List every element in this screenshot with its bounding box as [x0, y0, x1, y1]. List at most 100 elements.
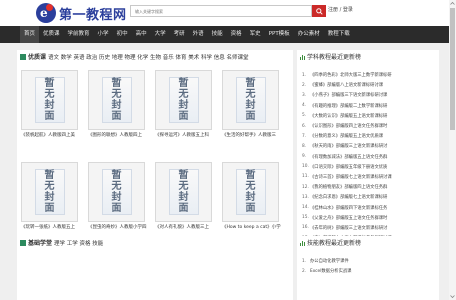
nav-item[interactable]: 学前教育: [64, 26, 94, 43]
nav-item[interactable]: PPT模板: [265, 26, 294, 43]
course-card[interactable]: 暂无封面《图形的联想》人教版四上: [88, 70, 152, 138]
search-button[interactable]: [312, 5, 326, 17]
course-thumbnail[interactable]: 暂无封面: [88, 162, 145, 222]
course-title[interactable]: 《图形的联想》人教版四上: [88, 132, 152, 138]
scroll-thumb[interactable]: [450, 8, 455, 130]
item-title[interactable]: 《分数的意义》部编版五上语文优质课: [310, 133, 383, 139]
list-item[interactable]: 10. 《口语交际》部编版五年级下册语文优质: [302, 162, 436, 172]
course-card[interactable]: 暂无封面《装帆起航》人教版四上美: [21, 70, 85, 138]
scroll-up-icon[interactable]: [449, 0, 456, 7]
course-title[interactable]: 《昆虫的奇妙》人教版小学四: [88, 224, 152, 230]
rank-number: 1.: [302, 72, 307, 78]
item-title[interactable]: 办公自动化教学课件: [310, 258, 349, 264]
item-title[interactable]: 《纪念白求恩》部编版七上语文新课标研: [310, 194, 387, 200]
list-item[interactable]: 6. 《认识图形》部编版四上语文任务群课时: [302, 121, 436, 131]
item-title[interactable]: 《我的植物朋友》部编版四上语文任务群: [310, 184, 387, 190]
course-title[interactable]: 《How to keep a cat》小学: [222, 224, 286, 230]
course-card[interactable]: 暂无封面《昆虫的奇妙》人教版小学四: [88, 162, 152, 230]
placeholder-char: 面: [178, 203, 189, 214]
item-title[interactable]: 《四季的色彩》北师大版三上数学新课标研: [310, 72, 392, 78]
course-thumbnail[interactable]: 暂无封面: [155, 70, 212, 130]
no-cover-placeholder: 暂无封面: [235, 169, 266, 215]
course-thumbnail[interactable]: 暂无封面: [222, 70, 279, 130]
list-item[interactable]: 1. 办公自动化教学课件: [302, 256, 436, 266]
course-thumbnail[interactable]: 暂无封面: [88, 70, 145, 130]
item-title[interactable]: 《有理数加减法》部编版五上语文任务群: [310, 154, 387, 160]
skills-updates-panel: 技能教程最近更新榜 1. 办公自动化教学课件 2. Excel数据分析实战课: [297, 236, 439, 300]
list-item[interactable]: 7. 《分数的意义》部编版五上语文优质课: [302, 131, 436, 141]
nav-item[interactable]: 军史: [246, 26, 265, 43]
list-item[interactable]: 3. 《小燕子》部编版三下语文新课标研讨课: [302, 90, 436, 100]
search-input[interactable]: [135, 8, 311, 14]
course-title[interactable]: 《玩转一张纸》人教版五上: [21, 224, 85, 230]
item-title[interactable]: 《大数的认识》部编版五上语文新课标研: [310, 113, 387, 119]
nav-item[interactable]: 大学: [151, 26, 170, 43]
subject-links[interactable]: 语文 数学 英语 政治 历史 地理 物理 化学 生物 音乐 体育 美术 科学 信…: [48, 53, 248, 61]
list-item[interactable]: 15. 《父爱之舟》部编版五上语文任务群课时: [302, 213, 436, 223]
course-card[interactable]: 暂无封面《对人有礼貌》人教版三上: [155, 162, 219, 230]
course-thumbnail[interactable]: 暂无封面: [21, 162, 78, 222]
item-title[interactable]: 《秋天的雨》部编版三上语文新课标研讨: [310, 143, 387, 149]
featured-courses-panel: 优质课 语文 数学 英语 政治 历史 地理 物理 化学 生物 音乐 体育 美术 …: [17, 50, 293, 250]
course-title[interactable]: 《探寻运河》人教版五上科: [155, 132, 219, 138]
search-box[interactable]: [130, 5, 312, 17]
nav-item[interactable]: 优质课: [39, 26, 64, 43]
list-item[interactable]: 14. 《桂林山水》部编版四下语文新课标任务: [302, 202, 436, 212]
page-scrollbar[interactable]: [449, 0, 456, 300]
placeholder-char: 封: [245, 192, 256, 203]
course-title[interactable]: 《生活的好帮手》人教版三: [222, 132, 286, 138]
rank-number: 7.: [302, 133, 307, 139]
scroll-down-icon[interactable]: [449, 293, 456, 300]
item-title[interactable]: 《蜜蜂》部编版八上语文新课标研讨课: [310, 82, 383, 88]
course-title[interactable]: 《装帆起航》人教版四上美: [21, 132, 85, 138]
item-title[interactable]: 《古诗三首》部编版七上语文新课标研讨课: [310, 174, 392, 180]
nav-item[interactable]: 教程下载: [324, 26, 354, 43]
list-item[interactable]: 5. 《大数的认识》部编版五上语文新课标研: [302, 111, 436, 121]
list-item[interactable]: 8. 《秋天的雨》部编版三上语文新课标研讨: [302, 141, 436, 151]
course-card[interactable]: 暂无封面《生活的好帮手》人教版三: [222, 70, 286, 138]
nav-item[interactable]: 初中: [113, 26, 132, 43]
course-thumbnail[interactable]: 暂无封面: [222, 162, 279, 222]
list-item[interactable]: 2. Excel数据分析实战课: [302, 266, 436, 276]
item-title[interactable]: 《去年的树》部编版三上语文新课标研讨: [310, 225, 387, 231]
list-item[interactable]: 16. 《去年的树》部编版三上语文新课标研讨: [302, 223, 436, 233]
item-title[interactable]: Excel数据分析实战课: [310, 268, 351, 274]
nav-item[interactable]: 考研: [170, 26, 189, 43]
nav-item[interactable]: 高中: [132, 26, 151, 43]
course-thumbnail[interactable]: 暂无封面: [21, 70, 78, 130]
site-logo[interactable]: e 第一教程网: [36, 2, 127, 24]
list-item[interactable]: 2. 《蜜蜂》部编版八上语文新课标研讨课: [302, 80, 436, 90]
rank-number: 16.: [302, 225, 309, 231]
nav-item[interactable]: 外语: [189, 26, 208, 43]
rank-number: 5.: [302, 113, 307, 119]
course-thumbnail[interactable]: 暂无封面: [155, 162, 212, 222]
nav-item[interactable]: 技能: [208, 26, 227, 43]
login-link[interactable]: 注册 / 登录: [328, 6, 353, 13]
item-title[interactable]: 《父爱之舟》部编版五上语文任务群课时: [310, 215, 387, 221]
item-title[interactable]: 《口语交际》部编版五年级下册语文优质: [310, 164, 387, 170]
nav-item[interactable]: 小学: [94, 26, 113, 43]
item-title[interactable]: 《小燕子》部编版三下语文新课标研讨课: [310, 92, 387, 98]
course-card[interactable]: 暂无封面《探寻运河》人教版五上科: [155, 70, 219, 138]
list-item[interactable]: 9. 《有理数加减法》部编版五上语文任务群: [302, 152, 436, 162]
list-item[interactable]: 4. 《有趣的推理》部编版二上数学新课标研: [302, 101, 436, 111]
placeholder-char: 暂: [178, 170, 189, 181]
placeholder-char: 暂: [245, 78, 256, 89]
placeholder-char: 面: [178, 111, 189, 122]
item-title[interactable]: 《有趣的推理》部编版二上数学新课标研: [310, 103, 387, 109]
nav-item[interactable]: 首页: [20, 26, 40, 43]
nav-item[interactable]: 资格: [227, 26, 246, 43]
list-item[interactable]: 12. 《我的植物朋友》部编版四上语文任务群: [302, 182, 436, 192]
course-card[interactable]: 暂无封面《How to keep a cat》小学: [222, 162, 286, 230]
placeholder-char: 暂: [178, 78, 189, 89]
list-item[interactable]: 11. 《古诗三首》部编版七上语文新课标研讨课: [302, 172, 436, 182]
course-card[interactable]: 暂无封面《玩转一张纸》人教版五上: [21, 162, 85, 230]
list-item[interactable]: 13. 《纪念白求恩》部编版七上语文新课标研: [302, 192, 436, 202]
bar-chart-icon: [300, 54, 305, 60]
course-title[interactable]: 《对人有礼貌》人教版三上: [155, 224, 219, 230]
list-item[interactable]: 1. 《四季的色彩》北师大版三上数学新课标研: [302, 70, 436, 80]
category-links[interactable]: 理学 工学 资格 技能: [54, 239, 103, 247]
nav-item[interactable]: 办公素材: [294, 26, 324, 43]
item-title[interactable]: 《桂林山水》部编版四下语文新课标任务: [310, 205, 387, 211]
item-title[interactable]: 《认识图形》部编版四上语文任务群课时: [310, 123, 387, 129]
